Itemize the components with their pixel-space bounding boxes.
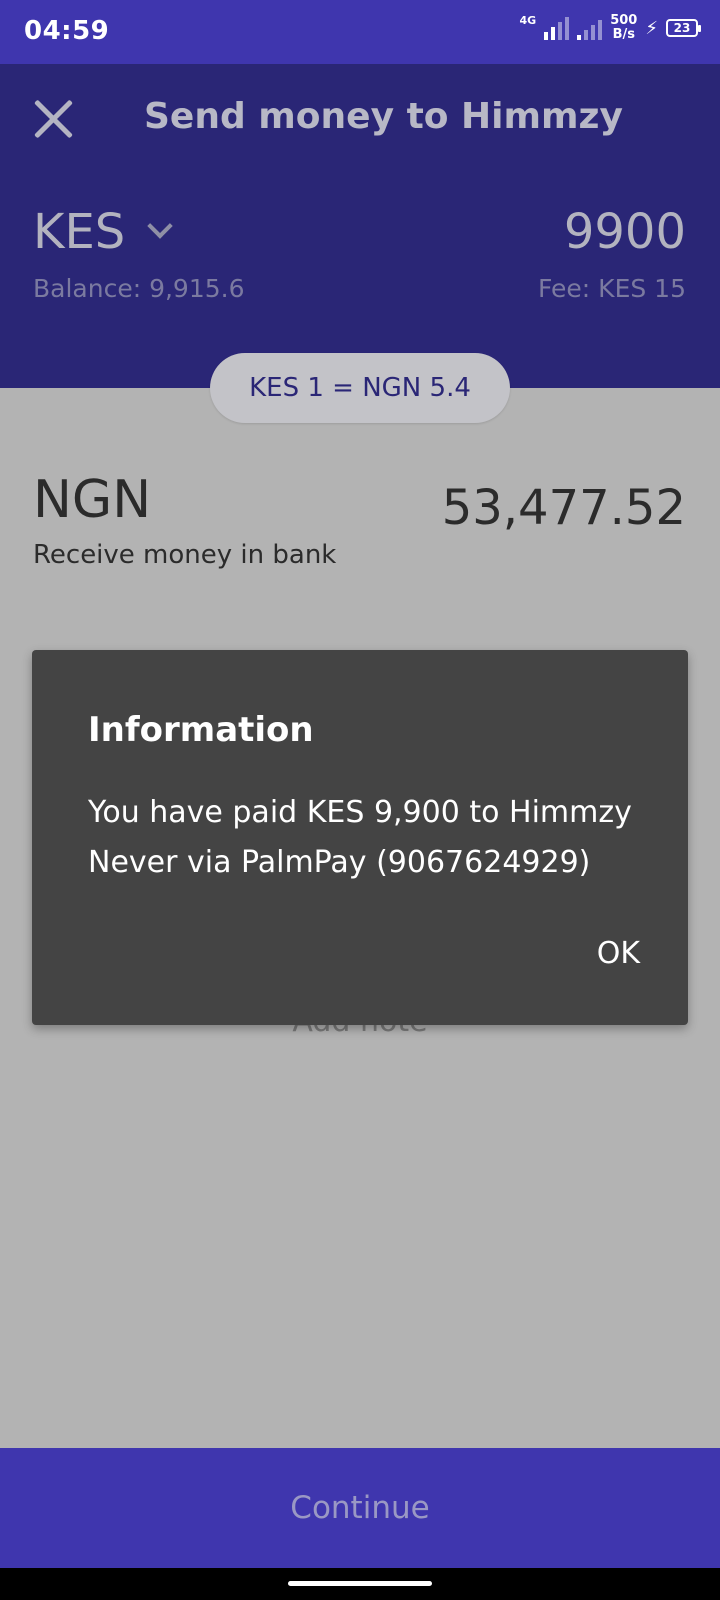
send-currency-selector[interactable]: KES bbox=[33, 204, 174, 260]
battery-icon: 23 bbox=[666, 19, 701, 37]
exchange-rate-badge: KES 1 = NGN 5.4 bbox=[210, 353, 510, 423]
charging-icon: ⚡ bbox=[645, 17, 658, 39]
status-icons: 4G 500 B/s ⚡ 23 bbox=[519, 13, 701, 42]
page-title: Send money to Himmzy bbox=[144, 96, 623, 137]
information-dialog: Information You have paid KES 9,900 to H… bbox=[32, 650, 688, 1025]
signal-strength-2-icon bbox=[577, 16, 603, 40]
dialog-title: Information bbox=[88, 710, 314, 750]
home-indicator[interactable] bbox=[288, 1581, 432, 1586]
network-speed-unit: B/s bbox=[612, 27, 635, 42]
continue-button[interactable]: Continue bbox=[0, 1448, 720, 1568]
network-speed: 500 B/s bbox=[610, 14, 637, 42]
network-type-label: 4G bbox=[519, 13, 537, 27]
status-bar: 04:59 4G 500 B/s ⚡ 23 bbox=[0, 0, 720, 64]
receive-currency-code: NGN bbox=[33, 470, 152, 530]
signal-strength-icon bbox=[544, 16, 570, 40]
close-icon[interactable] bbox=[30, 96, 76, 142]
system-nav-bar bbox=[0, 1568, 720, 1600]
send-currency-code: KES bbox=[33, 204, 126, 260]
fee-label: Fee: KES 15 bbox=[538, 274, 686, 303]
send-header: Send money to Himmzy KES 9900 Balance: 9… bbox=[0, 64, 720, 388]
receive-method-label[interactable]: Receive money in bank bbox=[33, 540, 336, 570]
dialog-message: You have paid KES 9,900 to Himmzy Never … bbox=[88, 795, 632, 880]
network-speed-value: 500 bbox=[610, 13, 638, 28]
chevron-down-icon bbox=[147, 213, 174, 239]
status-time: 04:59 bbox=[24, 16, 110, 46]
send-amount-input[interactable]: 9900 bbox=[564, 204, 686, 260]
receive-amount: 53,477.52 bbox=[441, 480, 686, 536]
ok-button[interactable]: OK bbox=[597, 936, 640, 971]
balance-label: Balance: 9,915.6 bbox=[33, 274, 245, 303]
